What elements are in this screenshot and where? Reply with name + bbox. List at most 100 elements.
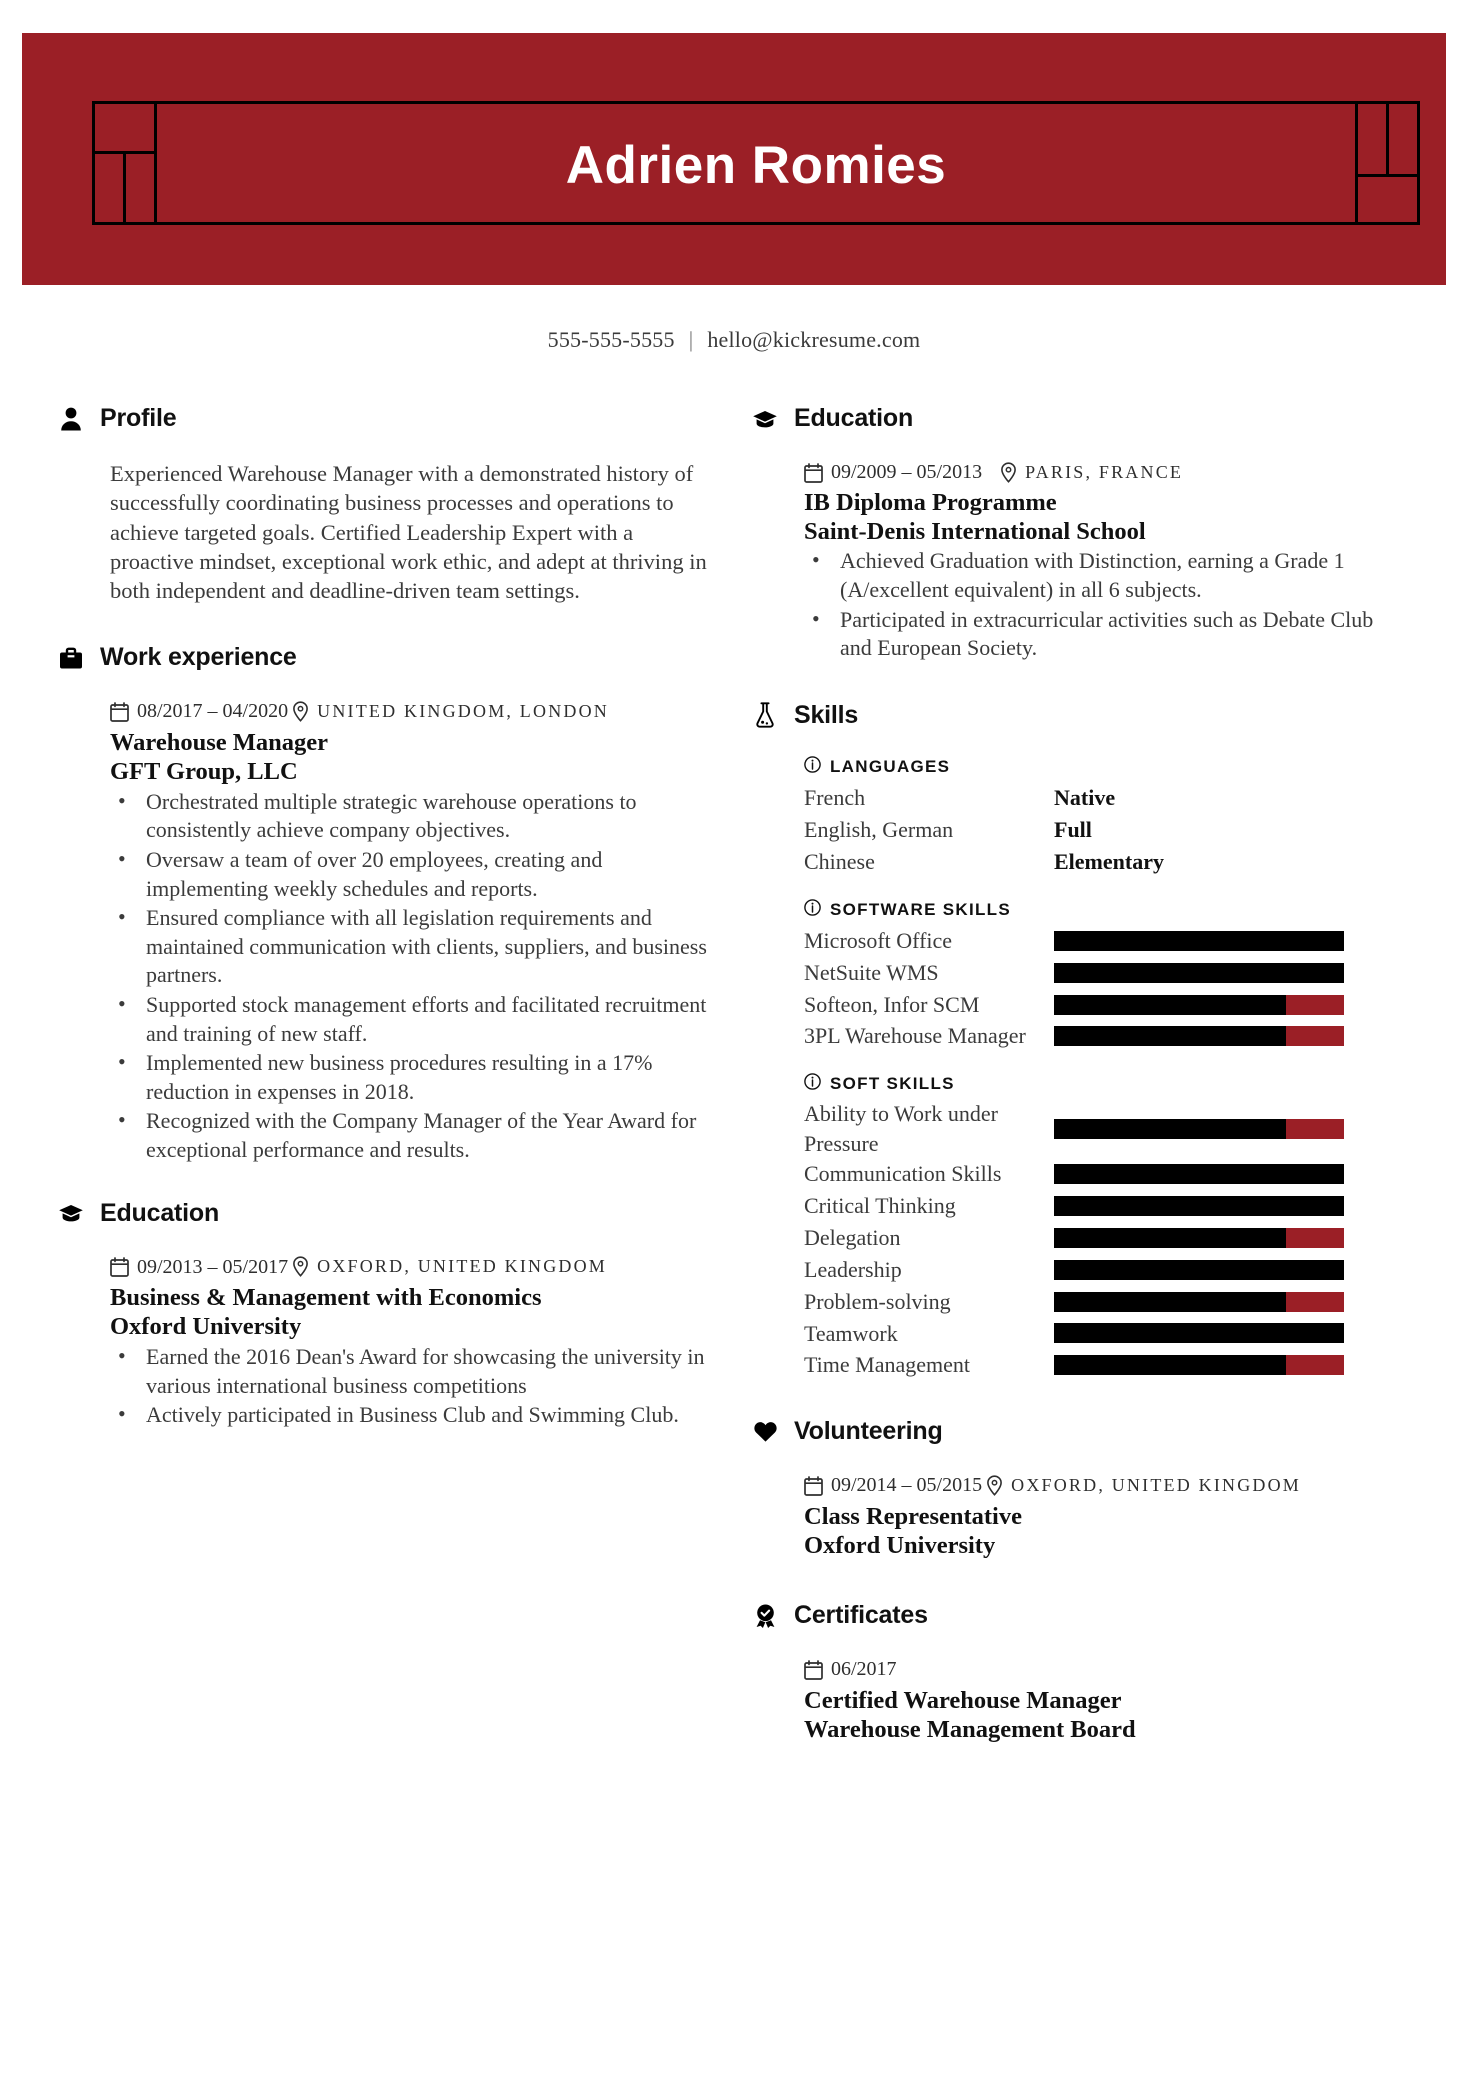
skill-bar-row: Softeon, Infor SCM: [804, 989, 1402, 1021]
entry-location: Paris, France: [1000, 460, 1183, 485]
section-profile: Profile Experienced Warehouse Manager wi…: [58, 404, 708, 605]
skill-bar-fill: [1054, 1355, 1286, 1376]
skill-group-label: Languages: [830, 756, 951, 776]
skill-bar-row: Time Management: [804, 1349, 1402, 1381]
bullet-item: Recognized with the Company Manager of t…: [118, 1106, 708, 1164]
entry-bullet-list: Orchestrated multiple strategic warehous…: [110, 787, 708, 1165]
contact-separator: |: [688, 327, 694, 352]
skill-group-header: Software Skills: [804, 899, 1402, 921]
skill-name: Problem-solving: [804, 1288, 951, 1314]
skill-bar-row: 3PL Warehouse Manager: [804, 1021, 1402, 1051]
entry-bullet-list: Earned the 2016 Dean's Award for showcas…: [110, 1342, 708, 1430]
contact-line: 555-555-5555 | hello@kickresume.com: [0, 327, 1468, 353]
skill-bar-row: NetSuite WMS: [804, 957, 1402, 989]
language-level: Native: [1054, 784, 1116, 810]
entry-issuer: Warehouse Management Board: [804, 1715, 1136, 1743]
skill-bar-track: [1054, 1259, 1344, 1280]
section-body-education-right: 09/2009 – 05/2013 Paris, France IB Diplo…: [752, 459, 1402, 663]
heart-icon: [752, 1419, 778, 1445]
section-title-education-left: Education: [100, 1198, 220, 1227]
entry-bullet-list: Achieved Graduation with Distinction, ea…: [804, 546, 1402, 663]
language-row: French Native: [804, 782, 1402, 814]
skill-bar-fill: [1054, 1026, 1286, 1047]
language-name: Chinese: [804, 848, 875, 874]
skill-name: Ability to Work under Pressure: [804, 1101, 998, 1156]
entry-location-text: Oxford, United Kingdom: [317, 1256, 608, 1277]
entry-location-text: Oxford, United Kingdom: [1011, 1475, 1302, 1496]
skill-group-header: Soft Skills: [804, 1073, 1402, 1095]
info-icon: [804, 755, 821, 778]
skill-bar-fill: [1054, 931, 1344, 952]
skill-bar-track: [1054, 1026, 1344, 1047]
section-header-work: Work experience: [58, 643, 708, 672]
section-title-certificates: Certificates: [794, 1600, 928, 1629]
entry-date-text: 08/2017 – 04/2020: [137, 700, 289, 723]
header-decorative-frame: Adrien Romies: [92, 101, 1420, 225]
section-title-education-right: Education: [794, 404, 914, 432]
language-level: Full: [1054, 816, 1092, 842]
entry-role-title: Class Representative: [804, 1503, 1022, 1531]
skill-bar-track: [1054, 1164, 1344, 1184]
skill-bar-fill: [1054, 963, 1344, 984]
entry-date: 09/2013 – 05/2017: [110, 1254, 288, 1282]
skill-bar-fill: [1054, 1227, 1286, 1248]
skill-bar-fill: [1054, 1118, 1286, 1139]
skill-bar-fill: [1054, 1195, 1344, 1216]
right-column: Education 09/2009 – 05/2013 Paris, Franc…: [752, 404, 1402, 1771]
email-address: hello@kickresume.com: [707, 327, 921, 352]
language-level: Elementary: [1054, 848, 1164, 874]
bullet-item: Achieved Graduation with Distinction, ea…: [812, 546, 1402, 604]
education-entry: 09/2009 – 05/2013 Paris, France IB Diplo…: [804, 459, 1402, 663]
header-banner: Adrien Romies: [22, 33, 1446, 285]
skill-bar-track: [1054, 1355, 1344, 1376]
skill-bar-track: [1054, 1227, 1344, 1248]
section-body-volunteering: 09/2014 – 05/2015 Oxford, United Kingdom…: [752, 1472, 1402, 1561]
skill-name: 3PL Warehouse Manager: [804, 1023, 1026, 1049]
skill-group-software: Software Skills Microsoft Office NetSuit…: [804, 899, 1402, 1051]
section-body-work: 08/2017 – 04/2020 United Kingdom, London…: [58, 698, 708, 1164]
entry-date: 09/2009 – 05/2013: [804, 459, 982, 487]
bullet-item: Actively participated in Business Club a…: [118, 1400, 708, 1430]
bullet-item: Participated in extracurricular activiti…: [812, 605, 1402, 663]
entry-job-title: Warehouse Manager: [110, 729, 328, 757]
skill-group-label: Soft Skills: [830, 1074, 955, 1094]
profile-summary-text: Experienced Warehouse Manager with a dem…: [110, 461, 707, 603]
entry-location-text: Paris, France: [1025, 462, 1184, 483]
skill-name: NetSuite WMS: [804, 960, 939, 986]
entry-location: United Kingdom, London: [292, 699, 609, 724]
entry-location: Oxford, United Kingdom: [986, 1473, 1301, 1498]
section-body-certificates: 06/2017 Certified Warehouse Manager Ware…: [752, 1656, 1402, 1745]
info-icon: [804, 1073, 821, 1095]
entry-date-text: 09/2013 – 05/2017: [137, 1255, 289, 1278]
graduation-cap-icon: [752, 406, 778, 432]
entry-degree-title: Business & Management with Economics: [110, 1284, 542, 1312]
skill-bar-track: [1054, 1291, 1344, 1312]
bullet-item: Implemented new business procedures resu…: [118, 1048, 708, 1106]
section-work-experience: Work experience 08/2017 – 04/2020 United…: [58, 643, 708, 1164]
skill-group-header: Languages: [804, 755, 1402, 778]
entry-school: Oxford University: [110, 1313, 302, 1341]
entry-date: 08/2017 – 04/2020: [110, 698, 288, 726]
skill-name: Microsoft Office: [804, 928, 953, 954]
section-header-profile: Profile: [58, 404, 708, 433]
entry-meta-row: 09/2009 – 05/2013 Paris, France: [804, 459, 1402, 487]
entry-school: Saint-Denis International School: [804, 517, 1146, 545]
entry-degree-title: IB Diploma Programme: [804, 488, 1057, 516]
skill-bar-track: [1054, 963, 1344, 984]
entry-date-text: 06/2017: [831, 1657, 897, 1680]
section-header-certificates: Certificates: [752, 1601, 1402, 1630]
entry-organization: Oxford University: [804, 1532, 996, 1559]
entry-certificate-title: Certified Warehouse Manager: [804, 1686, 1122, 1714]
skill-bar-fill: [1054, 1259, 1344, 1280]
bullet-item: Ensured compliance with all legislation …: [118, 903, 708, 990]
skill-bar-fill: [1054, 995, 1286, 1016]
skill-name: Softeon, Infor SCM: [804, 992, 980, 1018]
section-education-right: Education 09/2009 – 05/2013 Paris, Franc…: [752, 404, 1402, 663]
skill-group-label: Software Skills: [830, 900, 1011, 920]
award-badge-icon: [752, 1602, 778, 1628]
section-title-volunteering: Volunteering: [794, 1417, 943, 1446]
section-header-education-left: Education: [58, 1199, 708, 1228]
skill-bar-fill: [1054, 1291, 1286, 1312]
bullet-item: Oversaw a team of over 20 employees, cre…: [118, 845, 708, 903]
briefcase-icon: [58, 645, 84, 671]
